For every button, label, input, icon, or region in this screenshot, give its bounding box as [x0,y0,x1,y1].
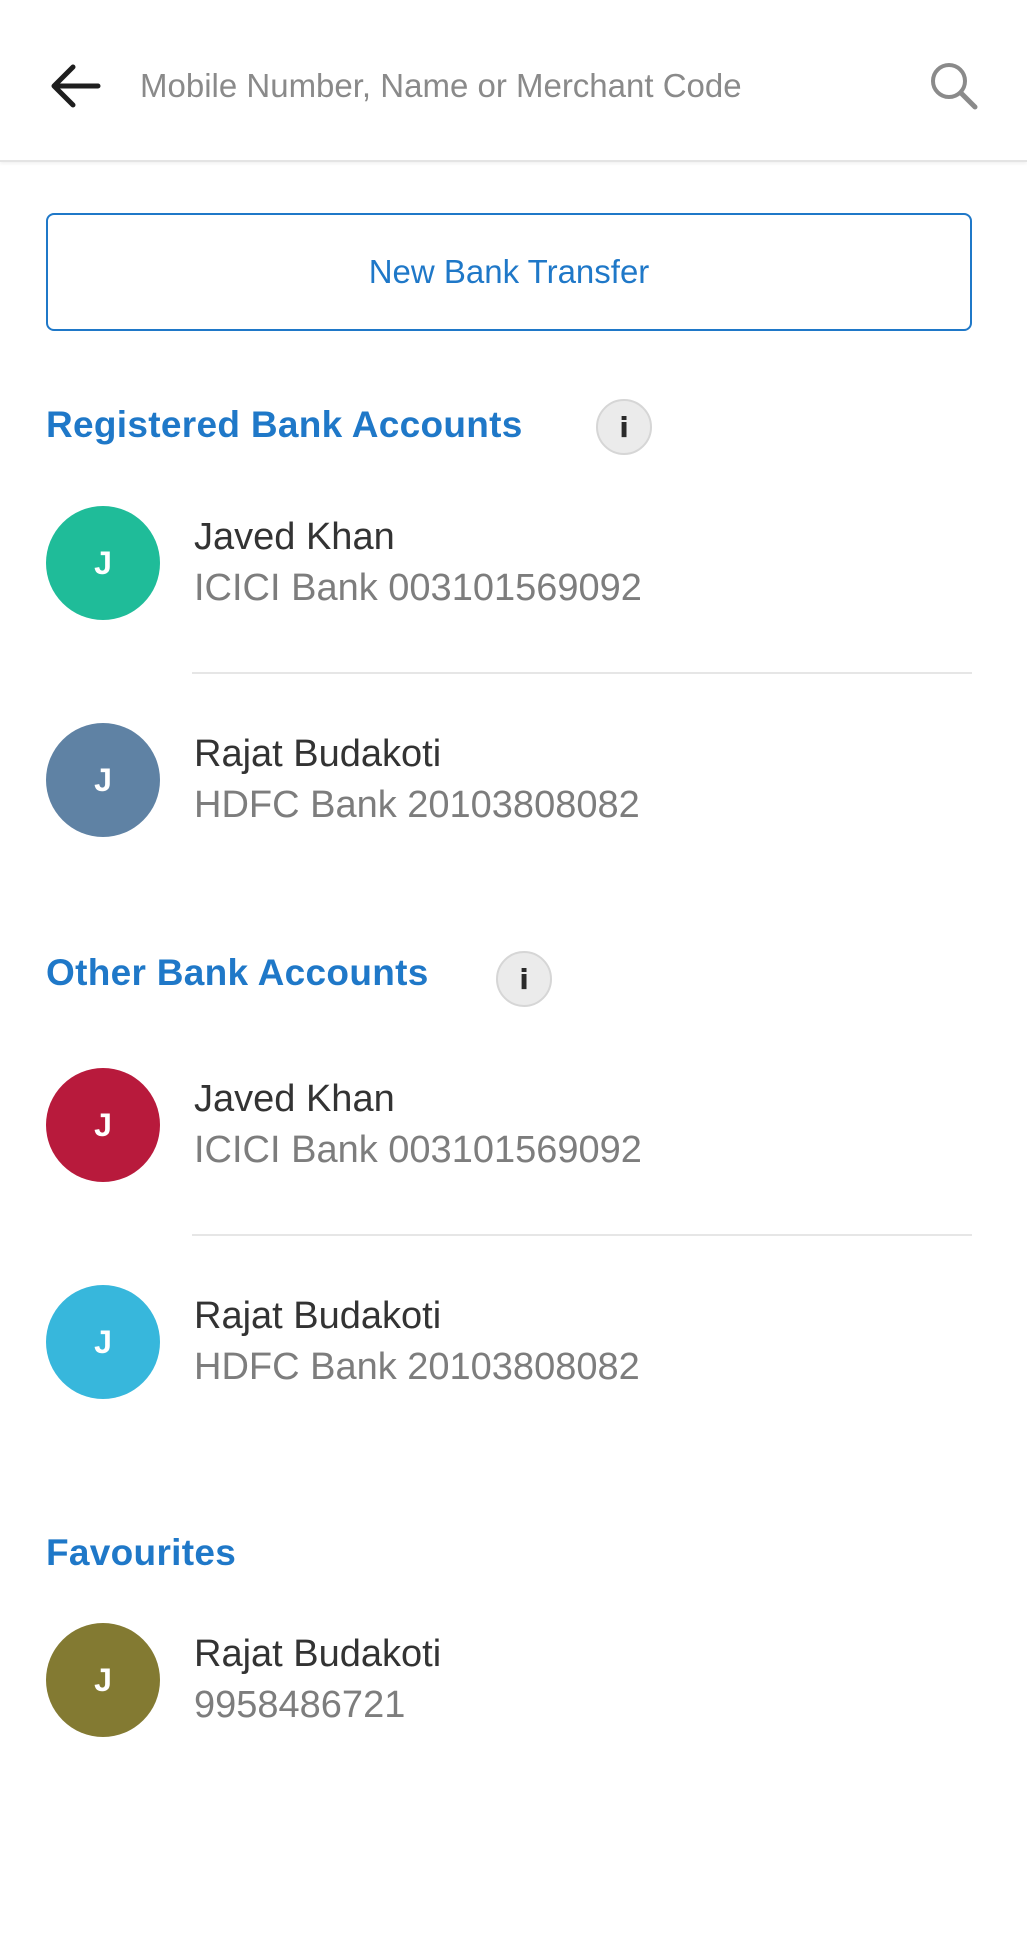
account-detail: ICICI Bank 003101569092 [194,567,642,609]
avatar: J [46,1623,160,1737]
avatar: J [46,506,160,620]
avatar: J [46,1068,160,1182]
new-bank-transfer-button[interactable]: New Bank Transfer [46,213,972,331]
account-detail: ICICI Bank 003101569092 [194,1129,642,1171]
account-name: Rajat Budakoti [194,1295,442,1337]
other-accounts-title: Other Bank Accounts [46,952,429,993]
favourites-title: Favourites [46,1532,237,1573]
account-name: Rajat Budakoti [194,733,442,775]
registered-accounts-title: Registered Bank Accounts [46,404,523,445]
avatar: J [46,1285,160,1399]
account-name: Javed Khan [194,516,395,558]
list-item[interactable]: J Rajat Budakoti 9958486721 [0,1571,1027,1787]
account-detail: HDFC Bank 20103808082 [194,1346,640,1388]
info-icon[interactable]: i [596,399,652,455]
avatar: J [46,723,160,837]
contact-name: Rajat Budakoti [194,1633,442,1675]
list-item[interactable]: J Javed Khan ICICI Bank 003101569092 [0,454,1027,670]
search-input[interactable] [140,56,880,116]
list-item[interactable]: J Rajat Budakoti HDFC Bank 20103808082 [0,1233,1027,1449]
list-item[interactable]: J Rajat Budakoti HDFC Bank 20103808082 [0,671,1027,887]
search-icon[interactable] [924,56,984,116]
info-icon[interactable]: i [496,951,552,1007]
account-detail: HDFC Bank 20103808082 [194,784,640,826]
back-arrow-icon[interactable] [44,56,106,116]
top-bar [0,0,1027,162]
list-item[interactable]: J Javed Khan ICICI Bank 003101569092 [0,1016,1027,1232]
account-name: Javed Khan [194,1078,395,1120]
contact-number: 9958486721 [194,1684,406,1726]
